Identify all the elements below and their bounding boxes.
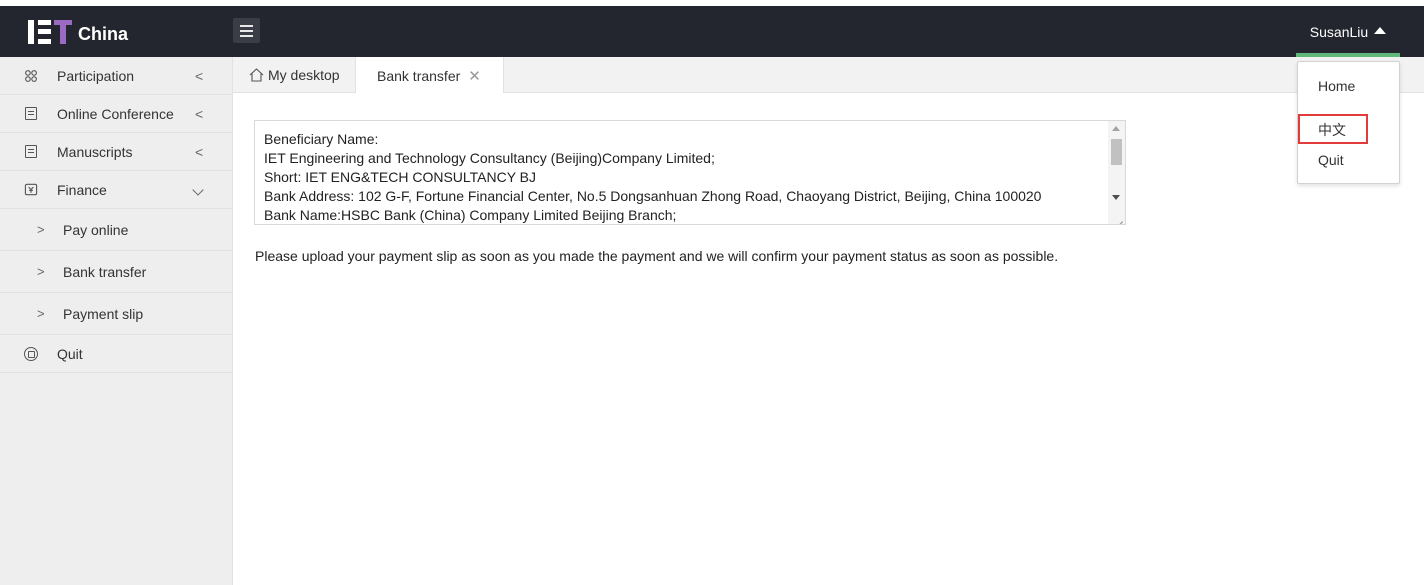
chevron-left-icon: < [195,143,204,160]
document-icon [24,145,38,159]
sidebar-toggle-button[interactable] [233,18,260,43]
sidebar: Participation < Online Conference < Manu… [0,57,233,585]
bank-info-line: IET Engineering and Technology Consultan… [264,150,715,166]
bank-info-textarea[interactable]: Beneficiary Name: IET Engineering and Te… [254,120,1126,225]
dropdown-item-quit[interactable]: Quit [1318,152,1344,168]
sidebar-subitem-pay-online[interactable]: > Pay online [0,209,232,251]
sidebar-item-label: Manuscripts [57,143,133,160]
sidebar-subitem-label: Bank transfer [63,263,147,280]
scroll-up-arrow-icon[interactable] [1112,126,1120,131]
sidebar-subitem-payment-slip[interactable]: > Payment slip [0,293,232,335]
scroll-down-arrow-icon[interactable] [1112,195,1120,200]
caret-up-icon [1374,27,1387,34]
grid-icon [24,69,38,83]
top-navbar: China SusanLiu [0,6,1424,57]
quit-icon [24,346,38,361]
finance-icon [24,183,38,197]
dropdown-item-home[interactable]: Home [1318,78,1355,94]
user-menu-button[interactable]: SusanLiu [1296,6,1400,57]
chevron-left-icon: < [195,105,204,122]
bank-info-line: Bank Name:HSBC Bank (China) Company Limi… [264,207,677,223]
sidebar-item-label: Finance [57,181,107,198]
tab-bar: My desktop Bank transfer ✕ [233,57,1424,94]
dropdown-item-chinese[interactable]: 中文 [1298,114,1368,144]
tab-bank-transfer[interactable]: Bank transfer ✕ [355,57,504,94]
tab-label: My desktop [268,67,340,83]
logo-i-mark [28,19,34,44]
scrollbar-thumb[interactable] [1111,139,1122,165]
sidebar-item-finance[interactable]: Finance [0,171,232,209]
iet-china-logo[interactable]: China [0,6,233,57]
document-icon [24,107,38,121]
bank-info-text: Beneficiary Name: IET Engineering and Te… [255,121,1105,224]
textarea-scrollbar[interactable] [1108,121,1125,224]
sidebar-item-label: Participation [57,67,135,84]
user-name: SusanLiu [1309,23,1369,40]
logo-text: China [78,24,129,44]
payment-notice-text: Please upload your payment slip as soon … [255,248,1059,264]
bank-info-line: Beneficiary Name: [264,131,379,147]
sidebar-item-manuscripts[interactable]: Manuscripts < [0,133,232,171]
chevron-down-icon [192,184,204,196]
dropdown-item-label: 中文 [1318,122,1346,138]
tab-label: Bank transfer [377,67,461,84]
chevron-right-icon: > [37,222,45,237]
main-content: Beneficiary Name: IET Engineering and Te… [234,93,1424,585]
chevron-left-icon: < [195,67,204,84]
bank-info-line: Short: IET ENG&TECH CONSULTANCY BJ [264,169,537,185]
menu-icon [240,24,253,27]
logo-e-mark [38,19,51,44]
chevron-right-icon: > [37,264,45,279]
sidebar-subitem-label: Payment slip [63,305,144,322]
sidebar-item-online-conference[interactable]: Online Conference < [0,95,232,133]
sidebar-subitem-label: Pay online [63,221,129,238]
sidebar-item-label: Quit [57,345,83,362]
user-dropdown-menu: Home 中文 Quit [1297,61,1400,184]
logo-t-mark [54,19,72,44]
sidebar-subitem-bank-transfer[interactable]: > Bank transfer [0,251,232,293]
resize-handle-icon[interactable] [1114,213,1123,222]
home-icon [249,68,264,82]
sidebar-item-label: Online Conference [57,105,174,122]
bank-info-line: Bank Address: 102 G-F, Fortune Financial… [264,188,1042,204]
close-icon[interactable]: ✕ [468,67,481,85]
chevron-right-icon: > [37,306,45,321]
sidebar-item-quit[interactable]: Quit [0,335,232,373]
tab-my-desktop[interactable]: My desktop [233,57,355,93]
sidebar-item-participation[interactable]: Participation < [0,57,232,95]
